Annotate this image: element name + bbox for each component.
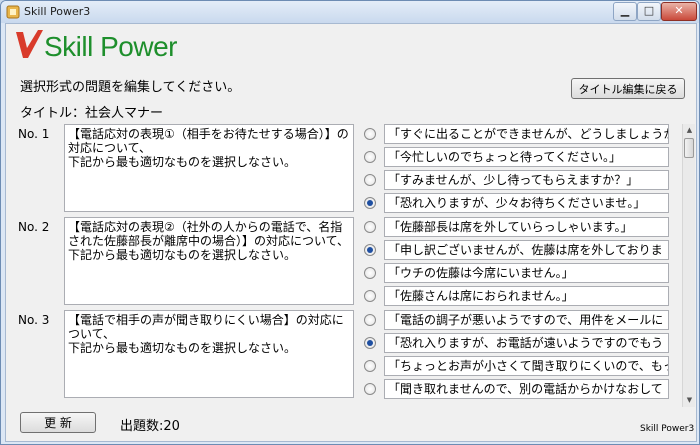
question-number: No. 3 <box>18 313 50 327</box>
option-radio[interactable] <box>364 174 376 186</box>
option-radio[interactable] <box>364 151 376 163</box>
main-panel: Skill Power 選択形式の問題を編集してください。 タイトル：社会人マナ… <box>5 23 697 442</box>
option-radio-selected[interactable] <box>364 337 376 349</box>
question-number: No. 2 <box>18 220 50 234</box>
scroll-up-icon[interactable]: ▲ <box>683 124 695 137</box>
option-text-field[interactable]: 「ちょっとお声が小さくて聞き取りにくいので、もっと <box>384 356 669 376</box>
question-list[interactable]: No. 1 【電話応対の表現①（相手をお待たせする場合）】の対応について、 下記… <box>10 124 695 407</box>
question-text-field[interactable]: 【電話応対の表現①（相手をお待たせする場合）】の対応について、 下記から最も適切… <box>64 124 354 212</box>
option-radio-selected[interactable] <box>364 244 376 256</box>
option-text-field[interactable]: 「すみませんが、少し待ってもらえますか？」 <box>384 170 669 190</box>
option-radio[interactable] <box>364 290 376 302</box>
close-button[interactable]: ✕ <box>661 2 697 21</box>
title-label: タイトル：社会人マナー <box>20 106 164 121</box>
question-count: 出題数:20 <box>120 419 180 434</box>
option-radio-selected[interactable] <box>364 197 376 209</box>
app-window: Skill Power3 ▁ □ ✕ Skill Power 選択形式の問題を編… <box>0 0 700 445</box>
option-text-field[interactable]: 「ウチの佐藤は今席にいません。」 <box>384 263 669 283</box>
brand-label: Skill Power3 <box>640 424 695 434</box>
option-text-field[interactable]: 「すぐに出ることができませんが、どうしましょうか？ <box>384 124 669 144</box>
option-radio[interactable] <box>364 267 376 279</box>
logo-mark-icon <box>16 30 43 58</box>
maximize-button[interactable]: □ <box>637 2 661 21</box>
option-radio[interactable] <box>364 383 376 395</box>
option-text-field[interactable]: 「恐れ入りますが、お電話が遠いようですのでもう <box>384 333 669 353</box>
window-title: Skill Power3 <box>24 5 91 18</box>
logo-text: Skill Power <box>44 31 177 62</box>
option-text-field[interactable]: 「聞き取れませんので、別の電話からかけなおして <box>384 379 669 399</box>
option-radio[interactable] <box>364 221 376 233</box>
question-number: No. 1 <box>18 127 50 141</box>
logo: Skill Power <box>14 26 214 62</box>
option-text-field[interactable]: 「恐れ入りますが、少々お待ちくださいませ。」 <box>384 193 669 213</box>
scroll-thumb[interactable] <box>684 138 694 158</box>
option-text-field[interactable]: 「電話の調子が悪いようですので、用件をメールに <box>384 310 669 330</box>
question-text-field[interactable]: 【電話応対の表現②（社外の人からの電話で、名指された佐藤部長が離席中の場合）】の… <box>64 217 354 305</box>
option-text-field[interactable]: 「申し訳ございませんが、佐藤は席を外しておりま <box>384 240 669 260</box>
option-text-field[interactable]: 「佐藤さんは席におられません。」 <box>384 286 669 306</box>
back-to-title-edit-button[interactable]: タイトル編集に戻る <box>571 78 685 99</box>
option-text-field[interactable]: 「佐藤部長は席を外していらっしゃいます。」 <box>384 217 669 237</box>
instruction-text: 選択形式の問題を編集してください。 <box>20 80 241 95</box>
question-text-field[interactable]: 【電話で相手の声が聞き取りにくい場合】の対応について、 下記から最も適切なものを… <box>64 310 354 398</box>
option-text-field[interactable]: 「今忙しいのでちょっと待ってください。」 <box>384 147 669 167</box>
scroll-down-icon[interactable]: ▼ <box>683 394 695 407</box>
title-bar: Skill Power3 ▁ □ ✕ <box>1 1 699 23</box>
update-button[interactable]: 更 新 <box>20 412 96 433</box>
app-icon <box>6 5 20 19</box>
option-radio[interactable] <box>364 314 376 326</box>
option-radio[interactable] <box>364 360 376 372</box>
vertical-scrollbar[interactable]: ▲ ▼ <box>682 124 695 407</box>
option-radio[interactable] <box>364 128 376 140</box>
minimize-button[interactable]: ▁ <box>613 2 637 21</box>
